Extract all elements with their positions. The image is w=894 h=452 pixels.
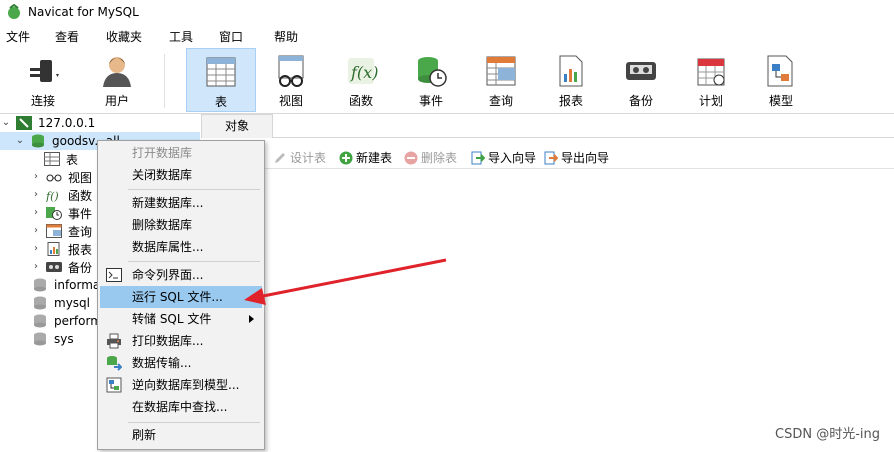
watermark: CSDN @时光-ing	[775, 427, 880, 442]
annotation-arrow-icon	[244, 258, 447, 305]
